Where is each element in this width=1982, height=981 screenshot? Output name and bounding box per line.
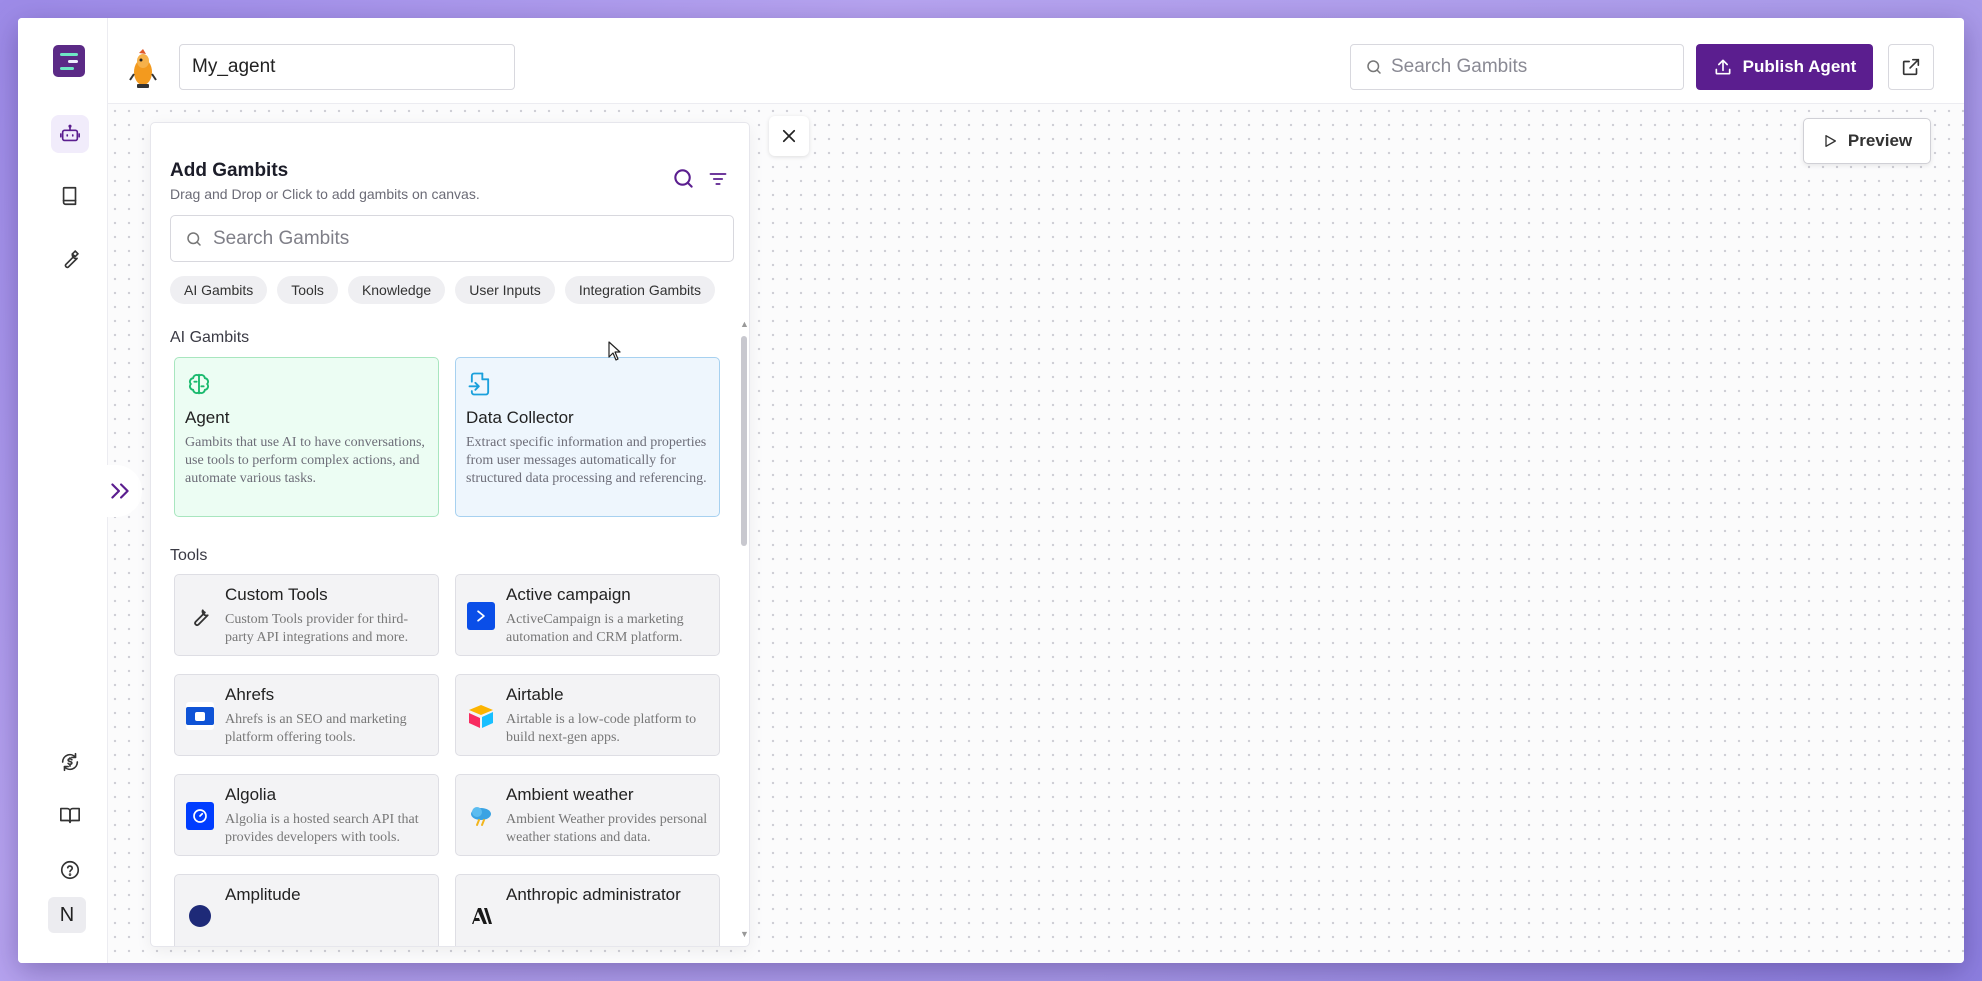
gambits-list[interactable]: AI Gambits Agent Gambits that use AI to … [151, 319, 749, 946]
agent-card-description: Gambits that use AI to have conversation… [185, 435, 425, 486]
robot-icon [60, 124, 80, 142]
preview-label: Preview [1847, 131, 1913, 150]
search-icon [187, 231, 201, 246]
play-icon [1825, 135, 1836, 147]
tool-description: Ahrefs is an SEO and marketing platform … [225, 712, 407, 745]
close-panel-button[interactable] [769, 116, 809, 156]
amplitude-icon [186, 902, 214, 930]
preview-button[interactable]: Preview [1803, 118, 1931, 164]
panel-title: Add Gambits [170, 160, 289, 181]
open-external-button[interactable] [1888, 44, 1934, 90]
help-circle-icon [60, 860, 80, 880]
book-icon [62, 186, 77, 206]
user-avatar[interactable]: N [48, 897, 86, 933]
ahrefs-icon [186, 702, 214, 730]
tool-description: Custom Tools provider for third-party AP… [225, 612, 409, 645]
app-window: N Publish Agent Preview [18, 18, 1964, 963]
anthropic-icon [467, 902, 495, 930]
tool-card-ambient-weather[interactable]: Ambient weather Ambient Weather provides… [455, 774, 720, 856]
search-icon[interactable] [672, 167, 695, 190]
tool-card-airtable[interactable]: Airtable Airtable is a low-code platform… [455, 674, 720, 756]
panel-subtitle: Drag and Drop or Click to add gambits on… [170, 186, 480, 202]
top-bar: Publish Agent [108, 18, 1964, 104]
tool-description: Ambient Weather provides personal weathe… [506, 812, 708, 845]
category-chips: AI Gambits Tools Knowledge User Inputs I… [170, 276, 715, 304]
agent-name-input[interactable] [179, 44, 515, 90]
header-search[interactable] [1350, 44, 1684, 90]
activecampaign-icon [467, 602, 495, 630]
airtable-icon [467, 702, 495, 730]
ai-gambits-section-title: AI Gambits [170, 329, 250, 346]
file-import-icon [468, 372, 490, 396]
tool-description: ActiveCampaign is a marketing automation… [506, 612, 684, 645]
tool-card-amplitude[interactable]: Amplitude [174, 874, 439, 946]
agent-builder-nav-button[interactable] [51, 115, 89, 153]
tool-card-anthropic-administrator[interactable]: Anthropic administrator [455, 874, 720, 946]
tool-title: Ahrefs [225, 685, 275, 704]
chip-user-inputs[interactable]: User Inputs [455, 276, 555, 304]
close-icon [782, 129, 796, 143]
help-nav-button[interactable] [51, 851, 89, 889]
tool-title: Ambient weather [506, 785, 634, 804]
publish-agent-label: Publish Agent [1742, 57, 1857, 76]
mouse-cursor-icon [608, 341, 621, 361]
billing-nav-button[interactable] [51, 743, 89, 781]
data-collector-card-title: Data Collector [466, 408, 574, 427]
wrench-icon [186, 602, 214, 630]
chip-knowledge[interactable]: Knowledge [347, 276, 446, 304]
dollar-cycle-icon [61, 752, 79, 772]
docs-nav-button[interactable] [51, 796, 89, 834]
scroll-up-arrow[interactable]: ▲ [740, 319, 749, 329]
tool-card-algolia[interactable]: Algolia Algolia is a hosted search API t… [174, 774, 439, 856]
agent-mascot-icon [129, 49, 157, 88]
tool-title: Active campaign [506, 585, 631, 604]
tools-nav-button[interactable] [51, 240, 89, 278]
tool-title: Amplitude [225, 885, 301, 904]
filter-icon[interactable] [708, 169, 728, 189]
algolia-icon [186, 802, 214, 830]
ambient-weather-icon [467, 802, 495, 830]
upload-icon [1715, 59, 1731, 75]
tool-title: Algolia [225, 785, 277, 804]
external-link-icon [1902, 58, 1920, 76]
tool-card-ahrefs[interactable]: Ahrefs Ahrefs is an SEO and marketing pl… [174, 674, 439, 756]
chip-tools[interactable]: Tools [277, 276, 338, 304]
open-book-icon [60, 807, 80, 824]
knowledge-nav-button[interactable] [51, 177, 89, 215]
search-icon [1367, 60, 1381, 74]
header-search-input[interactable] [1391, 56, 1671, 78]
app-logo[interactable] [53, 45, 85, 77]
tool-title: Anthropic administrator [506, 885, 681, 904]
publish-agent-button[interactable]: Publish Agent [1696, 44, 1873, 90]
tool-title: Custom Tools [225, 585, 328, 604]
chip-ai-gambits[interactable]: AI Gambits [170, 276, 268, 304]
tool-card-custom-tools[interactable]: Custom Tools Custom Tools provider for t… [174, 574, 439, 656]
wrench-icon [64, 250, 79, 269]
brain-icon [189, 373, 209, 395]
tool-description: Algolia is a hosted search API that prov… [225, 812, 419, 845]
data-collector-gambit-card[interactable]: Data Collector Extract specific informat… [455, 357, 720, 517]
tools-section-title: Tools [170, 547, 208, 564]
tool-title: Airtable [506, 685, 564, 704]
scroll-down-arrow[interactable]: ▼ [740, 929, 749, 939]
agent-card-title: Agent [185, 408, 230, 427]
agent-gambit-card[interactable]: Agent Gambits that use AI to have conver… [174, 357, 439, 517]
scrollbar-thumb[interactable] [741, 336, 747, 546]
chip-integration-gambits[interactable]: Integration Gambits [564, 276, 715, 304]
data-collector-card-description: Extract specific information and propert… [466, 435, 707, 486]
tool-card-active-campaign[interactable]: Active campaign ActiveCampaign is a mark… [455, 574, 720, 656]
chevrons-right-icon [111, 483, 129, 499]
left-rail: N [18, 18, 108, 963]
tool-description: Airtable is a low-code platform to build… [506, 712, 697, 745]
gambit-search[interactable] [170, 215, 734, 262]
add-gambits-panel: Add Gambits Drag and Drop or Click to ad… [150, 122, 750, 947]
gambit-search-input[interactable] [213, 227, 713, 250]
